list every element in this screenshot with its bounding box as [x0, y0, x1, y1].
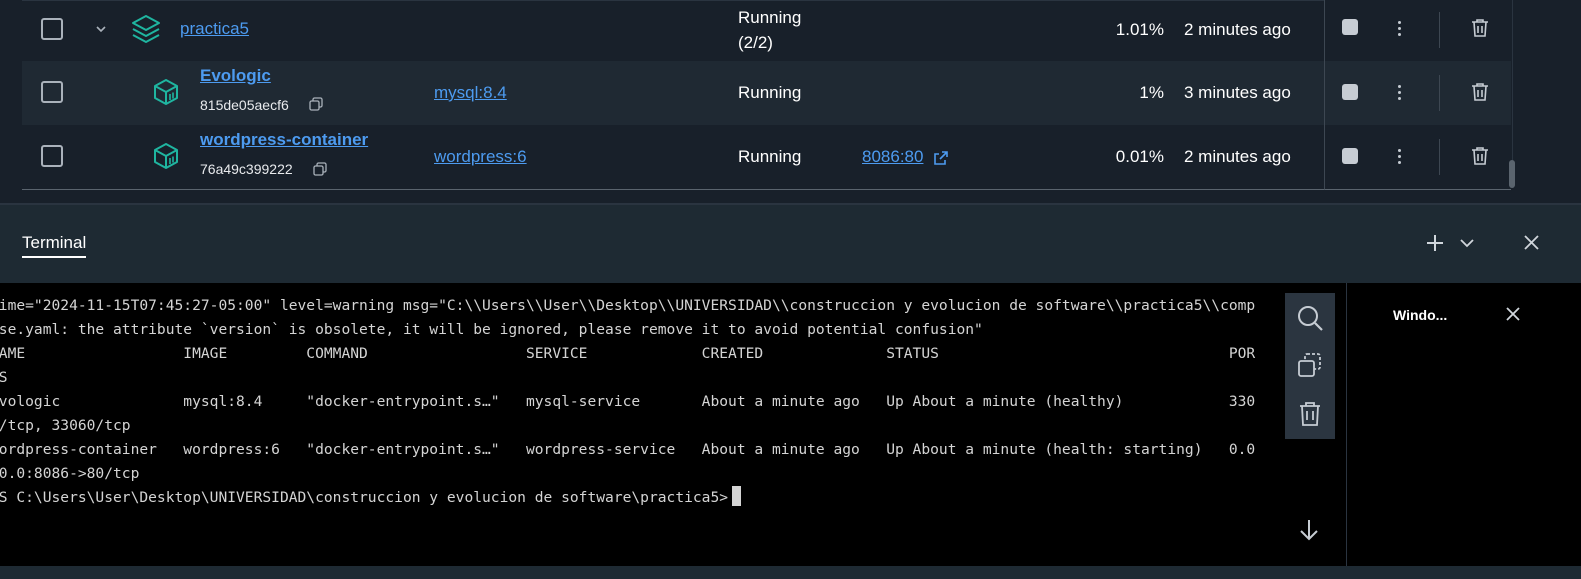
- container-name-link[interactable]: wordpress-container: [200, 130, 368, 150]
- last-started: 3 minutes ago: [1184, 83, 1291, 102]
- status-text: Running (2/2): [738, 5, 801, 55]
- image-link[interactable]: mysql:8.4: [434, 83, 507, 103]
- table-scrollbar[interactable]: [1509, 160, 1515, 188]
- divider: [1439, 12, 1440, 48]
- table-row-wordpress[interactable]: wordpress-container 76a49c399222 wordpre…: [22, 125, 1324, 190]
- terminal-line: NAME IMAGE COMMAND SERVICE CREATED STATU…: [0, 345, 1256, 362]
- add-terminal-icon[interactable]: [1426, 234, 1444, 252]
- panel-resize-handle[interactable]: [1346, 283, 1360, 566]
- last-started: 2 minutes ago: [1184, 20, 1291, 39]
- stop-button[interactable]: [1342, 84, 1358, 100]
- stop-button[interactable]: [1342, 148, 1358, 164]
- compose-stack-icon: [132, 15, 160, 43]
- terminal-prompt-line: PS C:\Users\User\Desktop\UNIVERSIDAD\con…: [0, 486, 1280, 510]
- terminal-prompt: PS C:\Users\User\Desktop\UNIVERSIDAD\con…: [0, 489, 729, 506]
- delete-trash-icon[interactable]: [1471, 146, 1489, 166]
- port-link[interactable]: 8086:80: [862, 147, 923, 167]
- row-actions: [1324, 125, 1511, 190]
- cpu-usage: 1.01%: [1115, 20, 1164, 39]
- search-icon[interactable]: [1295, 303, 1325, 333]
- terminal-line: ose.yaml: the attribute `version` is obs…: [0, 321, 983, 338]
- copy-icon[interactable]: [313, 162, 327, 176]
- close-icon[interactable]: [1506, 307, 1520, 321]
- more-options-icon[interactable]: [1395, 82, 1403, 102]
- container-name-link[interactable]: practica5: [180, 19, 249, 39]
- cpu-usage: 1%: [1139, 83, 1164, 102]
- delete-trash-icon[interactable]: [1471, 82, 1489, 102]
- side-panel-title[interactable]: Windo...: [1393, 307, 1447, 323]
- status-bar: [0, 566, 1581, 579]
- copy-icon[interactable]: [309, 97, 323, 111]
- more-options-icon[interactable]: [1395, 18, 1403, 38]
- external-link-icon[interactable]: [933, 150, 949, 166]
- status-text: Running: [738, 83, 802, 102]
- container-name-link[interactable]: Evologic: [200, 66, 271, 86]
- table-row-evologic[interactable]: Evologic 815de05aecf6 mysql:8.4 Running …: [22, 61, 1324, 125]
- terminal-cursor[interactable]: [732, 486, 742, 506]
- terminal-header: Terminal: [0, 205, 1581, 283]
- row-checkbox[interactable]: [41, 145, 63, 167]
- container-cube-icon: [154, 143, 178, 169]
- clear-trash-icon[interactable]: [1295, 399, 1325, 429]
- row-actions: [1324, 0, 1511, 64]
- table-row-practica5[interactable]: practica5 Running (2/2) 1.01% 2 minutes …: [22, 0, 1324, 65]
- row-actions: [1324, 61, 1511, 125]
- stop-button[interactable]: [1342, 19, 1358, 35]
- terminal-toolbar: [1285, 293, 1335, 439]
- divider: [1439, 139, 1440, 175]
- terminal-line: time="2024-11-15T07:45:27-05:00" level=w…: [0, 297, 1256, 314]
- more-options-icon[interactable]: [1395, 146, 1403, 166]
- chevron-down-icon[interactable]: [95, 23, 107, 35]
- scroll-to-bottom-icon[interactable]: [1296, 517, 1322, 543]
- side-panel: Windo...: [1360, 283, 1581, 566]
- terminal-line: 6/tcp, 33060/tcp: [0, 417, 131, 434]
- container-id: 76a49c399222: [200, 161, 293, 177]
- status-line: Running: [738, 8, 802, 27]
- containers-table: practica5 Running (2/2) 1.01% 2 minutes …: [0, 0, 1581, 205]
- tab-terminal[interactable]: Terminal: [22, 233, 87, 258]
- terminal-line: TS: [0, 369, 8, 386]
- container-cube-icon: [154, 79, 178, 105]
- close-icon[interactable]: [1524, 235, 1539, 250]
- terminal-line: .0.0:8086->80/tcp: [0, 465, 140, 482]
- copy-icon[interactable]: [1295, 351, 1325, 381]
- terminal-line: wordpress-container wordpress:6 "docker-…: [0, 441, 1256, 458]
- row-checkbox[interactable]: [41, 81, 63, 103]
- cpu-usage: 0.01%: [1115, 147, 1164, 166]
- last-started: 2 minutes ago: [1184, 147, 1291, 166]
- container-id: 815de05aecf6: [200, 97, 289, 113]
- status-text: Running: [738, 147, 802, 166]
- delete-trash-icon[interactable]: [1471, 18, 1489, 38]
- terminal-output[interactable]: time="2024-11-15T07:45:27-05:00" level=w…: [0, 283, 1346, 566]
- image-link[interactable]: wordpress:6: [434, 147, 527, 167]
- divider: [1439, 75, 1440, 111]
- chevron-down-icon[interactable]: [1460, 237, 1474, 249]
- row-checkbox[interactable]: [41, 18, 63, 40]
- terminal-line: Evologic mysql:8.4 "docker-entrypoint.s……: [0, 393, 1256, 410]
- status-count: (2/2): [738, 33, 773, 52]
